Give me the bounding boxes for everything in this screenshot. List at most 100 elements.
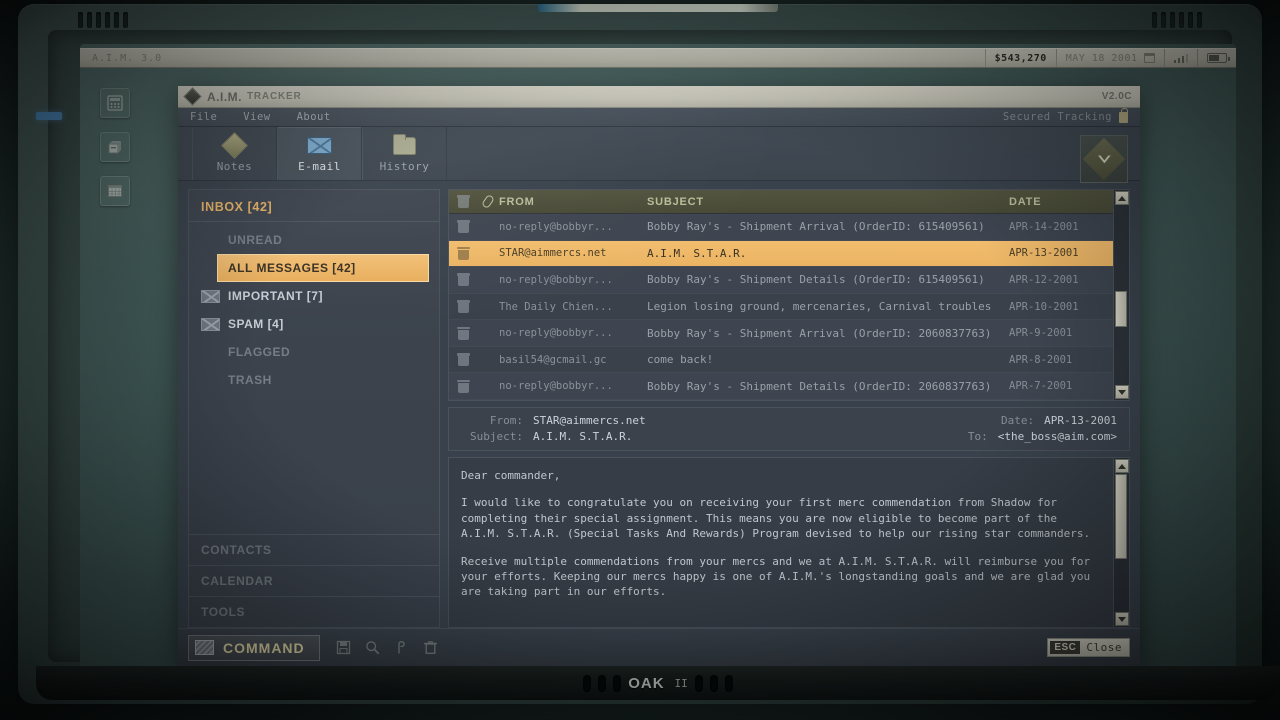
table-row[interactable]: no-reply@bobbyr... Bobby Ray's - Shipmen… bbox=[449, 320, 1113, 347]
paperclip-icon bbox=[477, 193, 499, 210]
menu-about[interactable]: About bbox=[297, 111, 331, 123]
battery-icon bbox=[1207, 53, 1230, 63]
sidebar-item-contacts[interactable]: CONTACTS bbox=[189, 534, 439, 565]
scroll-down-button[interactable] bbox=[1114, 612, 1129, 626]
vent-group-left bbox=[78, 12, 128, 28]
table-row[interactable]: STAR@aimmercs.net A.I.M. S.T.A.R. APR-13… bbox=[449, 240, 1113, 268]
envelope-icon bbox=[307, 135, 332, 157]
app-title: A.I.M. bbox=[207, 89, 242, 104]
tab-email[interactable]: E-mail bbox=[277, 127, 362, 180]
signal-indicator bbox=[1163, 49, 1198, 67]
date-indicator: MAY 18 2001 bbox=[1055, 49, 1164, 67]
sidebar-item-trash[interactable]: TRASH bbox=[189, 366, 439, 394]
to-value: <the_boss@aim.com> bbox=[997, 430, 1117, 443]
app-subtitle: TRACKER bbox=[247, 91, 302, 102]
sidebar-item-tools[interactable]: TOOLS bbox=[189, 596, 439, 627]
sidebar-item-spam[interactable]: SPAM [4] bbox=[189, 310, 439, 338]
row-delete-icon[interactable] bbox=[449, 220, 477, 234]
sidebar-item-calendar[interactable]: CALENDAR bbox=[189, 565, 439, 596]
row-delete-icon[interactable] bbox=[449, 379, 477, 393]
os-status-bar: A.I.M. 3.0 $543,270 MAY 18 2001 bbox=[80, 48, 1236, 68]
tab-history[interactable]: History bbox=[362, 127, 447, 180]
date-value: APR-13-2001 bbox=[1044, 414, 1117, 427]
flag-icon[interactable] bbox=[394, 640, 409, 655]
body-paragraph: Dear commander, bbox=[461, 469, 561, 482]
signal-bars-icon bbox=[1173, 53, 1188, 63]
tab-bar: Notes E-mail History bbox=[178, 127, 1140, 183]
screen: A.I.M. 3.0 $543,270 MAY 18 2001 A.I.M. T… bbox=[80, 44, 1236, 674]
menu-file[interactable]: File bbox=[190, 111, 217, 123]
laptop-device: A.I.M. 3.0 $543,270 MAY 18 2001 A.I.M. T… bbox=[18, 4, 1280, 704]
app-version: V2.0C bbox=[1101, 91, 1132, 102]
column-header-date[interactable]: DATE bbox=[1009, 196, 1113, 208]
calculator-icon[interactable] bbox=[100, 88, 130, 118]
mail-sidebar: INBOX [42] UNREAD ALL MESSAGES [42] IMPO… bbox=[188, 189, 440, 628]
aim-tracker-window: A.I.M. TRACKER V2.0C File View About Sec… bbox=[178, 86, 1140, 666]
message-meta-header: From: STAR@aimmercs.net Date: APR-13-200… bbox=[448, 407, 1130, 451]
bottom-bezel: OAK II bbox=[36, 666, 1280, 700]
table-row[interactable]: no-reply@bobbyr... Bobby Ray's - Shipmen… bbox=[449, 267, 1113, 294]
message-body-scrollbar[interactable] bbox=[1113, 458, 1129, 627]
row-delete-icon[interactable] bbox=[449, 326, 477, 340]
sidebar-item-flagged[interactable]: FLAGGED bbox=[189, 338, 439, 366]
sidebar-header: INBOX [42] bbox=[189, 198, 439, 222]
menu-bar: File View About Secured Tracking bbox=[178, 107, 1140, 127]
battery-indicator bbox=[1197, 49, 1236, 67]
body-paragraph: Receive multiple commendations from your… bbox=[461, 554, 1091, 599]
calendar-icon bbox=[1143, 53, 1155, 63]
diamond-icon bbox=[221, 132, 248, 159]
device-brand-suffix: II bbox=[674, 676, 688, 690]
column-header-subject[interactable]: SUBJECT bbox=[647, 196, 1009, 208]
scroll-track[interactable] bbox=[1114, 206, 1129, 384]
column-header-from[interactable]: FROM bbox=[499, 196, 647, 208]
close-label: Close bbox=[1086, 641, 1122, 654]
subject-label: Subject: bbox=[470, 430, 523, 443]
money-indicator: $543,270 bbox=[984, 49, 1056, 67]
app-footer: COMMAND ESC Close bbox=[178, 628, 1140, 666]
message-list-scrollbar[interactable] bbox=[1113, 190, 1129, 400]
from-label: From: bbox=[489, 414, 523, 427]
scroll-thumb[interactable] bbox=[1115, 474, 1127, 559]
table-row[interactable]: no-reply@bobbyr... Bobby Ray's - Shipmen… bbox=[449, 214, 1113, 241]
collapse-button[interactable] bbox=[1080, 135, 1128, 183]
subject-value: A.I.M. S.T.A.R. bbox=[533, 430, 633, 443]
scroll-up-button[interactable] bbox=[1114, 191, 1129, 205]
scroll-up-button[interactable] bbox=[1114, 459, 1129, 473]
archive-icon[interactable] bbox=[100, 132, 130, 162]
menu-view[interactable]: View bbox=[243, 111, 270, 123]
envelope-icon bbox=[201, 289, 220, 303]
row-delete-icon[interactable] bbox=[449, 353, 477, 367]
tab-notes[interactable]: Notes bbox=[192, 127, 277, 180]
sidebar-item-important[interactable]: IMPORTANT [7] bbox=[189, 282, 439, 310]
window-titlebar: A.I.M. TRACKER V2.0C bbox=[178, 86, 1140, 108]
lock-icon bbox=[1119, 107, 1128, 123]
sidebar-item-all-messages[interactable]: ALL MESSAGES [42] bbox=[217, 254, 429, 282]
table-row[interactable]: no-reply@bobbyr... Bobby Ray's - Shipmen… bbox=[449, 373, 1113, 401]
hinge-strip bbox=[538, 4, 778, 12]
row-delete-icon[interactable] bbox=[449, 246, 477, 260]
scene-background: A.I.M. 3.0 $543,270 MAY 18 2001 A.I.M. T… bbox=[0, 0, 1280, 720]
scroll-thumb[interactable] bbox=[1115, 291, 1127, 328]
desktop-icon-column bbox=[100, 88, 130, 206]
scroll-down-button[interactable] bbox=[1114, 385, 1129, 399]
message-body-text: Dear commander, I would like to congratu… bbox=[449, 458, 1113, 627]
table-row[interactable]: basil54@gcmail.gc come back! APR-8-2001 bbox=[449, 346, 1113, 374]
row-delete-icon[interactable] bbox=[449, 273, 477, 287]
search-icon[interactable] bbox=[365, 640, 380, 655]
footer-tool-group bbox=[336, 640, 438, 655]
calendar-grid-icon[interactable] bbox=[100, 176, 130, 206]
os-version-label: A.I.M. 3.0 bbox=[92, 52, 163, 64]
close-button[interactable]: ESC Close bbox=[1047, 638, 1130, 657]
side-indicator-light bbox=[36, 112, 62, 120]
vent-group-right bbox=[1152, 12, 1202, 28]
scroll-track[interactable] bbox=[1114, 474, 1129, 611]
save-icon[interactable] bbox=[336, 640, 351, 655]
esc-key-badge: ESC bbox=[1050, 641, 1081, 654]
message-list-panel: FROM SUBJECT DATE no-reply@bobbyr... Bob… bbox=[448, 189, 1130, 401]
trash-icon[interactable] bbox=[423, 640, 438, 655]
sidebar-item-unread[interactable]: UNREAD bbox=[189, 226, 439, 254]
row-delete-icon[interactable] bbox=[449, 300, 477, 314]
to-label: To: bbox=[967, 430, 988, 443]
command-button[interactable]: COMMAND bbox=[188, 634, 320, 661]
table-row[interactable]: The Daily Chien... Legion losing ground,… bbox=[449, 293, 1113, 321]
